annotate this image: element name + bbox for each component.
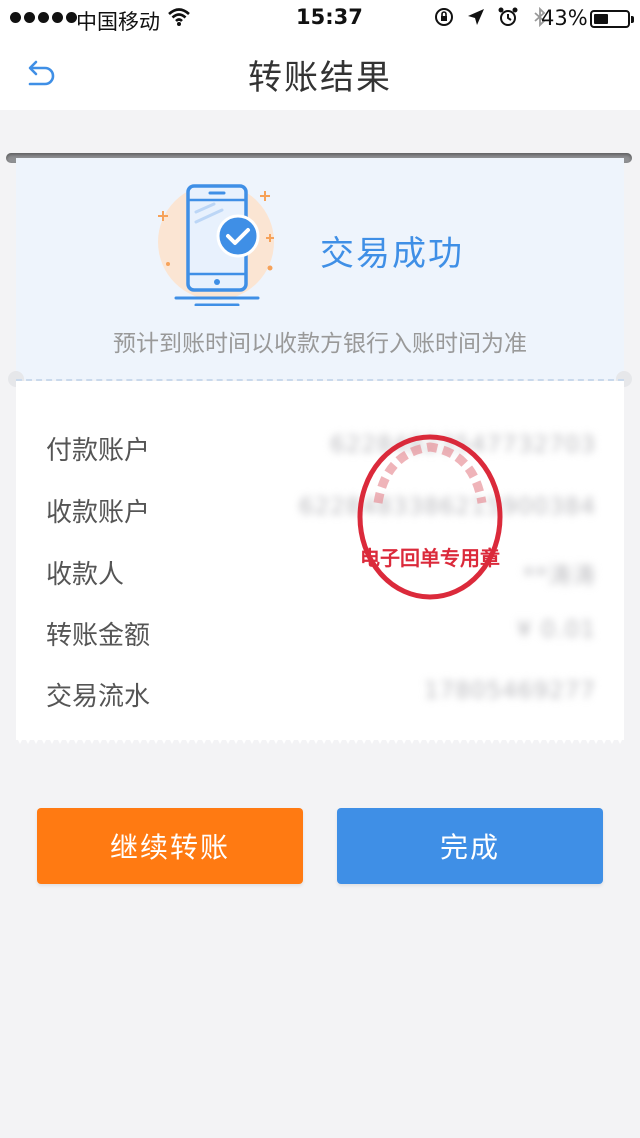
arrival-notice: 预计到账时间以收款方银行入账时间为准	[113, 331, 527, 357]
page-title: 转账结果	[248, 58, 392, 98]
detail-label: 收款账户	[46, 498, 151, 528]
battery-percent: 43%	[541, 6, 588, 30]
done-button[interactable]: 完成	[337, 808, 603, 884]
detail-value: ¥ 0.01	[516, 617, 596, 643]
transaction-status: 交易成功	[320, 234, 464, 274]
detail-row-payee-account: 收款账户 6228483386215900384	[46, 492, 596, 532]
detail-label: 交易流水	[46, 682, 151, 712]
status-time: 15:37	[296, 5, 363, 29]
status-bar: 中国移动 15:37 43%	[0, 0, 640, 36]
alarm-icon	[498, 7, 518, 26]
detail-row-serial-number: 交易流水 17805469277	[46, 676, 596, 716]
official-seal-stamp: 电子回单专用章	[357, 434, 503, 600]
detail-label: 付款账户	[46, 436, 151, 466]
wifi-icon	[168, 8, 190, 26]
phone-check-icon	[158, 184, 274, 306]
detail-label: 转账金额	[46, 621, 151, 651]
nav-header: 转账结果	[0, 36, 640, 110]
orientation-lock-icon	[435, 8, 453, 26]
detail-value: 17805469277	[424, 678, 596, 704]
detail-row-payee-name: 收款人 **涛涛	[46, 554, 596, 594]
result-card: 交易成功 预计到账时间以收款方银行入账时间为准	[8, 158, 632, 387]
location-arrow-icon	[468, 9, 484, 25]
detail-row-payer-account: 付款账户 62284823547732703	[46, 430, 596, 470]
detail-value: **涛涛	[523, 563, 596, 589]
detail-row-amount: 转账金额 ¥ 0.01	[46, 615, 596, 655]
receipt-torn-edge	[16, 736, 624, 744]
svg-text:电子回单专用章: 电子回单专用章	[360, 546, 500, 570]
carrier-name: 中国移动	[76, 10, 160, 34]
battery-icon	[590, 10, 634, 28]
signal-dots-icon	[10, 12, 77, 23]
detail-label: 收款人	[46, 560, 125, 590]
continue-transfer-button[interactable]: 继续转账	[37, 808, 303, 884]
